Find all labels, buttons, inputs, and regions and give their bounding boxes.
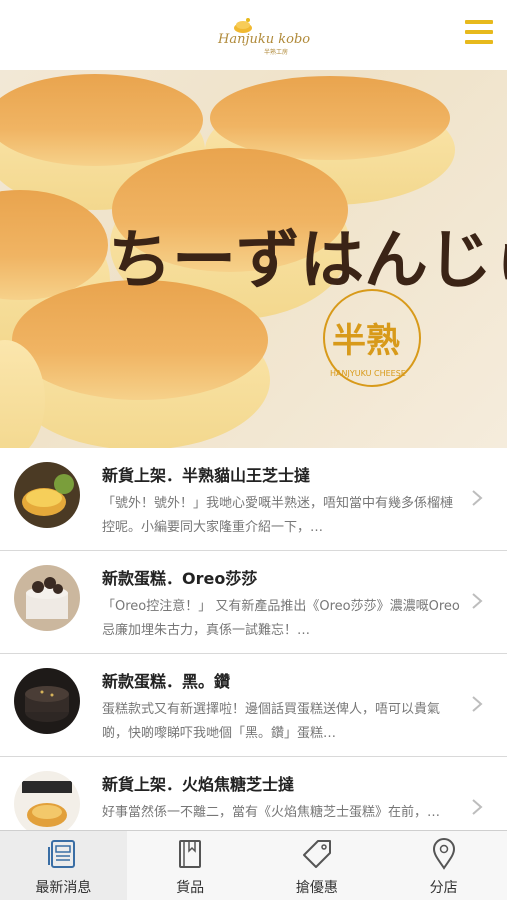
tab-label: 分店 [429,880,458,896]
news-title: 新款蛋糕．黑。鑽 [102,672,231,691]
bottom-tab-bar: 最新消息 貨品 搶優惠 分店 [0,830,507,900]
tab-news[interactable]: 最新消息 [0,831,127,900]
app-header: Hanjuku kobo 半熟工房 [0,0,507,70]
list-item[interactable]: 新貨上架．半熟貓山王芝士撻 「號外！號外！」我哋心愛嘅半熟迷，唔知當中有幾多係榴… [0,448,507,551]
list-item[interactable]: 新款蛋糕．Oreo莎莎 「Oreo控注意！」 又有新產品推出《Oreo莎莎》濃濃… [0,551,507,654]
tab-branches[interactable]: 分店 [380,831,507,900]
hero-banner[interactable]: ちーずはんじゅく 半熟 HANJYUKU CHEESE [0,70,507,448]
tab-products[interactable]: 貨品 [127,831,254,900]
svg-text:HANJYUKU CHEESE: HANJYUKU CHEESE [330,369,406,378]
chevron-right-icon [472,696,483,712]
news-title: 新貨上架．半熟貓山王芝士撻 [102,466,311,485]
news-excerpt: 蛋糕款式又有新選擇啦！邊個話買蛋糕送俾人，唔可以貴氣啲，快啲嚟睇吓我哋個「黑。鑽… [102,702,441,741]
list-item[interactable]: 新貨上架．火焰焦糖芝士撻 好事當然係一不離二，當有《火焰焦糖芝士蛋糕》在前，… [0,757,507,830]
news-excerpt: 好事當然係一不離二，當有《火焰焦糖芝士蛋糕》在前，… [102,805,441,820]
tag-icon [302,840,331,868]
thumbnail-oreo-cake [14,565,80,631]
tab-label: 貨品 [176,880,205,896]
book-icon [179,840,202,868]
chevron-right-icon [472,490,483,506]
news-excerpt: 「號外！號外！」我哋心愛嘅半熟迷，唔知當中有幾多係榴槤控呢。小編要同大家隆重介紹… [102,496,454,535]
chevron-right-icon [472,799,483,815]
news-icon [48,840,76,868]
news-excerpt: 「Oreo控注意！」 又有新產品推出《Oreo莎莎》濃濃嘅Oreo忌廉加埋朱古力… [102,599,460,638]
thumbnail-black-diamond-cake [14,668,80,734]
brand-logo[interactable]: Hanjuku kobo 半熟工房 [218,16,310,56]
list-item[interactable]: 新款蛋糕．黑。鑽 蛋糕款式又有新選擇啦！邊個話買蛋糕送俾人，唔可以貴氣啲，快啲嚟… [0,654,507,757]
logo-text: Hanjuku kobo [218,32,311,47]
svg-text:ちーずはんじゅく: ちーずはんじゅく [108,223,507,298]
news-title: 新貨上架．火焰焦糖芝士撻 [102,775,295,794]
tab-offers[interactable]: 搶優惠 [254,831,381,900]
tab-label: 最新消息 [35,880,92,896]
tab-label: 搶優惠 [295,880,338,896]
news-list: 新貨上架．半熟貓山王芝士撻 「號外！號外！」我哋心愛嘅半熟迷，唔知當中有幾多係榴… [0,448,507,830]
thumbnail-durian-tart [14,462,80,528]
location-pin-icon [432,838,455,870]
news-title: 新款蛋糕．Oreo莎莎 [102,569,258,588]
svg-text:半熟: 半熟 [332,321,400,361]
logo-subtext: 半熟工房 [264,49,289,56]
cheesecake-banner-image: ちーずはんじゅく 半熟 HANJYUKU CHEESE [0,74,507,448]
hamburger-menu-icon[interactable] [465,20,493,46]
chevron-right-icon [472,593,483,609]
thumbnail-caramel-tart [14,771,80,830]
